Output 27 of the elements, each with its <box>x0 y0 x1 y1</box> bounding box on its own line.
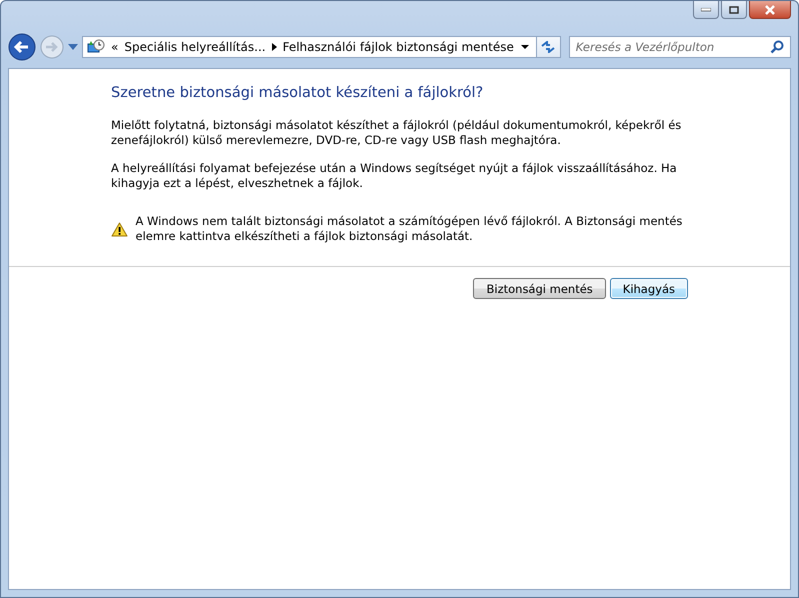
page-heading: Szeretne biztonsági másolatot készíteni a fájlokról? <box>111 85 484 101</box>
close-button[interactable] <box>749 1 791 19</box>
description-text: Mielőtt folytatná, biztonsági másolatot készíthet a fájlokról (például dokumentumokról, képekről és zenefájlokról) külső merevlemezre, DVD-re, CD-re vagy USB flash meghajtóra. <box>111 118 682 148</box>
minimize-button[interactable] <box>693 1 719 19</box>
history-dropdown-button[interactable] <box>68 44 78 50</box>
breadcrumb-item[interactable]: Speciális helyreállítás... <box>124 40 266 54</box>
dropdown-arrow-icon <box>68 44 78 50</box>
refresh-button[interactable] <box>536 36 561 58</box>
minimize-icon <box>701 8 711 12</box>
search-field[interactable]: Keresés a Vezérlőpulton <box>568 36 791 58</box>
search-icon[interactable] <box>770 40 784 54</box>
warning-icon <box>111 222 128 236</box>
backup-button[interactable]: Biztonsági mentés <box>473 278 606 299</box>
close-icon <box>764 4 776 14</box>
skip-button[interactable]: Kihagyás <box>610 278 688 299</box>
refresh-icon <box>541 41 556 53</box>
maximize-icon <box>729 6 739 14</box>
address-bar[interactable]: « Speciális helyreállítás... Felhasználói fájlok biztonsági mentése <box>82 36 537 58</box>
back-button[interactable] <box>8 33 36 61</box>
warning-text: A Windows nem talált biztonsági másolatot a számítógépen lévő fájlokról. A Biztonsági mentés elemre kattintva elkészítheti a fájlok biztonsági másolatát. <box>136 214 684 244</box>
breadcrumb-item[interactable]: Felhasználói fájlok biztonsági mentése <box>282 40 514 54</box>
restore-computer-icon <box>87 39 105 55</box>
breadcrumb-overflow[interactable]: « <box>111 40 118 54</box>
breadcrumb-separator-icon[interactable] <box>272 43 277 51</box>
maximize-button[interactable] <box>721 1 747 19</box>
description-text: A helyreállítási folyamat befejezése után a Windows segítséget nyújt a fájlok visszaállításához. Ha kihagyja ezt a lépést, elveszhetnek a fájlok. <box>111 161 678 191</box>
dropdown-arrow-icon <box>520 45 529 49</box>
